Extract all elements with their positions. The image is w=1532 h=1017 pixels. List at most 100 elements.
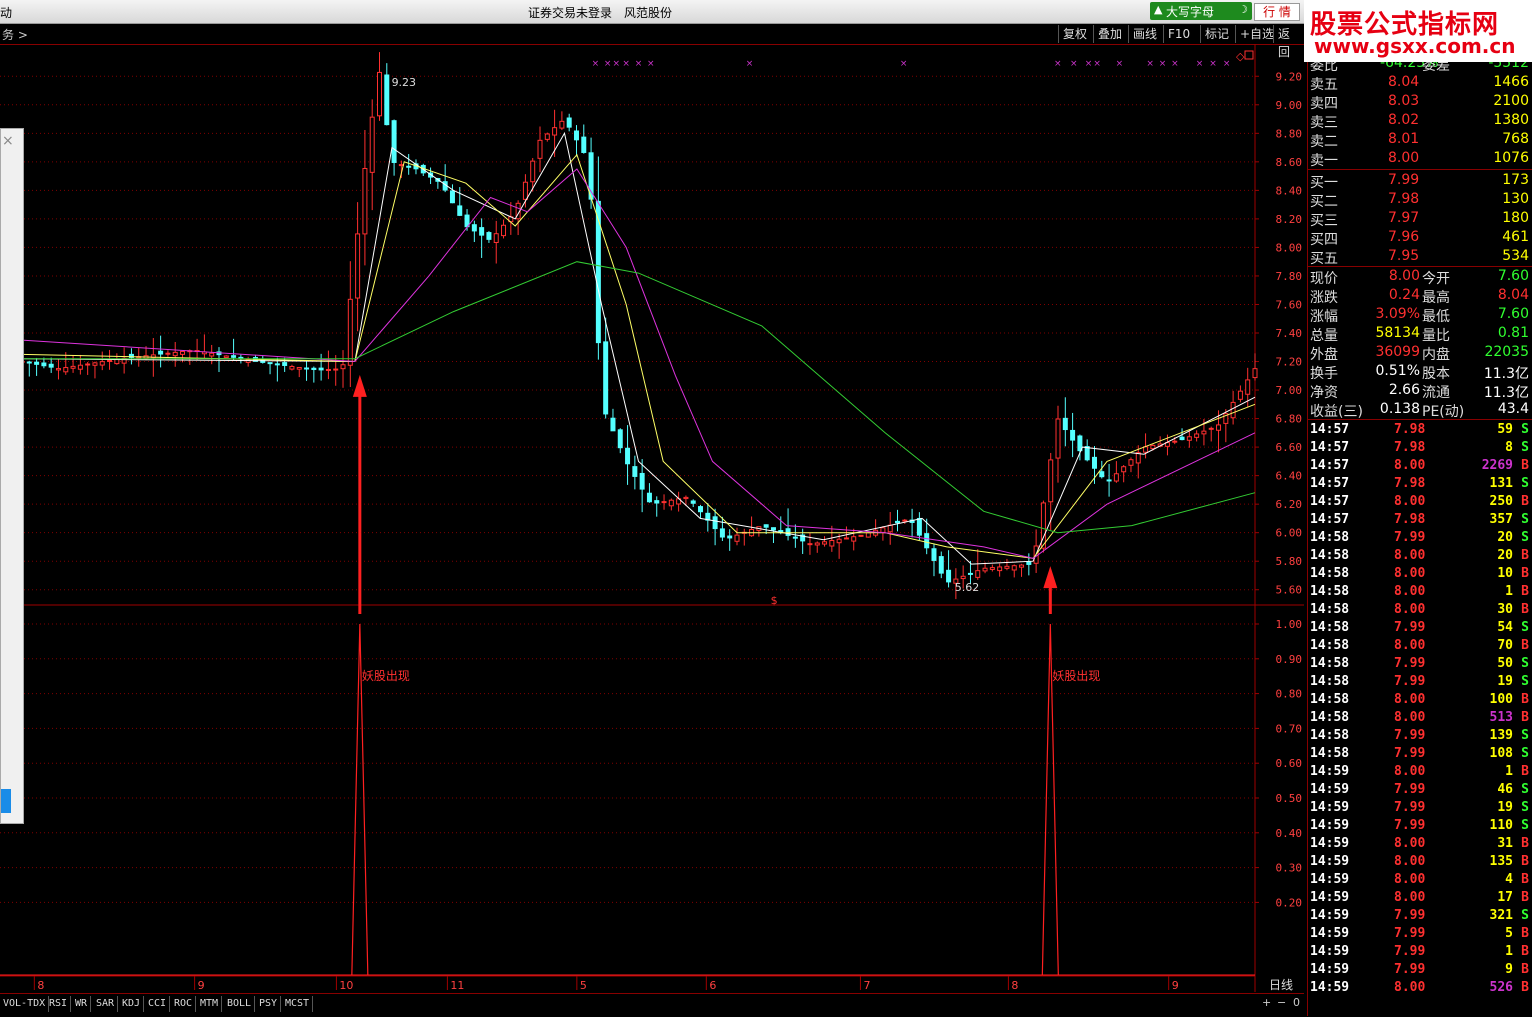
ask-row[interactable]: 卖四 8.03 2100 <box>1308 92 1532 112</box>
ask-row[interactable]: 卖二 8.01 768 <box>1308 130 1532 150</box>
kline-chart[interactable]: 9.20 9.00 8.80 8.60 8.40 8.20 8.00 7.80 7.60 7.40… <box>0 44 1304 993</box>
bid-volume: 180 <box>1502 210 1529 226</box>
candle-body <box>355 233 361 299</box>
tick-volume: 70 <box>1497 638 1513 653</box>
ask-row[interactable]: 卖一 8.00 1076 <box>1308 149 1532 169</box>
zoom-out-button[interactable]: − <box>1277 996 1286 1009</box>
tick-volume: 131 <box>1489 476 1513 491</box>
tab-kdj[interactable]: KDJ <box>119 996 145 1012</box>
tick-volume: 4 <box>1505 872 1513 887</box>
signal-marker: × <box>900 59 908 69</box>
tick-volume: 2269 <box>1481 458 1513 473</box>
quote-button[interactable]: 行 情 <box>1254 3 1300 21</box>
ask-price: 8.04 <box>1388 74 1420 90</box>
tick-price: 8.00 <box>1394 638 1426 653</box>
tick-price: 8.00 <box>1394 494 1426 509</box>
tab-rsi[interactable]: RSI <box>46 996 72 1012</box>
candle-body <box>340 364 346 370</box>
stat-value: 22035 <box>1484 344 1529 360</box>
candle-body <box>318 367 324 371</box>
candle-body <box>566 117 572 128</box>
overlay-button[interactable]: 叠加 <box>1093 25 1126 43</box>
breadcrumb[interactable]: 务 > <box>2 26 28 43</box>
draw-line-button[interactable]: 画线 <box>1128 25 1161 43</box>
tick-row: 14:59 7.99 19 S <box>1308 799 1532 817</box>
bid-row[interactable]: 买一 7.99 173 <box>1308 171 1532 191</box>
panel-action-button[interactable] <box>1 789 11 813</box>
candle-body <box>48 363 54 368</box>
ask-row[interactable]: 卖三 8.02 1380 <box>1308 111 1532 131</box>
back-button[interactable]: 返回 <box>1273 25 1304 59</box>
bid-row[interactable]: 买五 7.95 534 <box>1308 247 1532 267</box>
tick-price: 7.99 <box>1394 782 1426 797</box>
tick-row: 14:57 8.00 250 B <box>1308 493 1532 511</box>
candle-body <box>63 367 69 373</box>
stat-row: 收益(三) 0.138 PE(动) 43.4 <box>1308 400 1532 420</box>
tab-cci[interactable]: CCI <box>145 996 171 1012</box>
y-tick-label: 7.60 <box>1276 298 1303 311</box>
tick-row: 14:58 8.00 70 B <box>1308 637 1532 655</box>
zoom-reset-button[interactable]: 0 <box>1293 996 1300 1009</box>
tick-side: B <box>1521 602 1529 617</box>
title-bar: 动 证券交易未登录 风范股份 ▲ 大写字母 ☽ 行 情 <box>0 0 1532 24</box>
tick-time: 14:59 <box>1310 818 1350 833</box>
caps-toggle-button[interactable]: ▲ 大写字母 ☽ <box>1150 2 1252 20</box>
tick-price: 7.98 <box>1394 476 1426 491</box>
y-tick-label: 6.80 <box>1276 413 1303 426</box>
candle-body <box>1099 471 1105 478</box>
stat-label: 涨跌 <box>1310 290 1338 306</box>
tab-mtm[interactable]: MTM <box>197 996 223 1012</box>
tick-side: B <box>1521 764 1529 779</box>
close-icon[interactable]: × <box>2 133 14 149</box>
zoom-in-button[interactable]: + <box>1262 996 1271 1009</box>
tab-wr[interactable]: WR <box>72 996 92 1012</box>
add-watchlist-button[interactable]: +自选 <box>1235 25 1278 43</box>
candle-body <box>70 365 76 369</box>
tab-mcst[interactable]: MCST <box>282 996 314 1012</box>
mark-button[interactable]: 标记 <box>1200 25 1233 43</box>
tab-roc[interactable]: ROC <box>171 996 197 1012</box>
tick-volume: 1 <box>1505 584 1513 599</box>
tick-row: 14:59 7.99 321 S <box>1308 907 1532 925</box>
tab-vol-tdx[interactable]: VOL-TDX <box>0 996 50 1012</box>
stat-value: 11.3亿 <box>1483 366 1529 382</box>
stat-label: 涨幅 <box>1310 309 1338 325</box>
signal-marker: × <box>604 59 612 69</box>
tick-side: B <box>1521 944 1529 959</box>
restore-rights-button[interactable]: 复权 <box>1058 25 1091 43</box>
candle-body <box>895 520 901 524</box>
ask-row[interactable]: 卖五 8.04 1466 <box>1308 73 1532 93</box>
bid-row[interactable]: 买四 7.96 461 <box>1308 228 1532 248</box>
tick-row: 14:58 7.99 19 S <box>1308 673 1532 691</box>
tick-price: 8.00 <box>1394 692 1426 707</box>
bid-row[interactable]: 买二 7.98 130 <box>1308 190 1532 210</box>
tick-time: 14:58 <box>1310 620 1350 635</box>
collapsed-side-panel[interactable]: × <box>0 128 24 824</box>
y-tick-label: 0.40 <box>1276 827 1303 840</box>
candle-body <box>376 71 382 117</box>
period-label[interactable]: 日线 <box>1258 976 1304 992</box>
tick-price: 7.99 <box>1394 944 1426 959</box>
tick-time: 14:58 <box>1310 530 1350 545</box>
candle-body <box>1143 446 1149 453</box>
candle-body <box>41 362 47 367</box>
candle-body <box>792 536 798 539</box>
tick-price: 8.00 <box>1394 548 1426 563</box>
tick-row: 14:57 7.98 59 S <box>1308 421 1532 439</box>
f10-button[interactable]: F10 <box>1163 25 1194 43</box>
stat-row: 总量 58134 量比 0.81 <box>1308 324 1532 344</box>
ask-label: 卖四 <box>1310 96 1338 112</box>
ask-price: 8.00 <box>1388 150 1420 166</box>
tick-price: 8.00 <box>1394 890 1426 905</box>
tab-psy[interactable]: PSY <box>256 996 282 1012</box>
y-tick-label: 9.00 <box>1276 99 1303 112</box>
tick-side: B <box>1521 584 1529 599</box>
bid-row[interactable]: 买三 7.97 180 <box>1308 209 1532 229</box>
login-status: 证券交易未登录 <box>528 6 613 20</box>
tab-sar[interactable]: SAR <box>93 996 119 1012</box>
tick-side: B <box>1521 692 1529 707</box>
diamond-icon: ◇ <box>1236 50 1245 63</box>
candle-body <box>537 139 543 159</box>
ask-price: 8.03 <box>1388 93 1420 109</box>
tab-boll[interactable]: BOLL <box>224 996 256 1012</box>
